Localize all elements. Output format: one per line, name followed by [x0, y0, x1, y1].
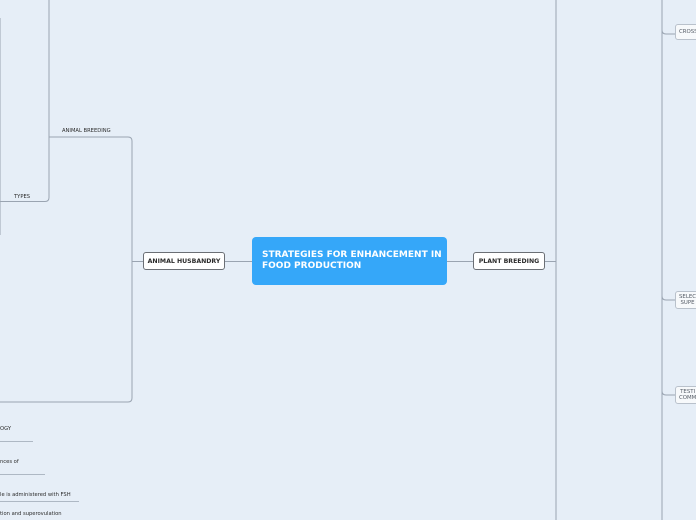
- nces-of-fragment[interactable]: nces of: [0, 459, 45, 475]
- superovulation-fragment[interactable]: tion and superovulation: [0, 511, 75, 520]
- testing-node[interactable]: TESTI COMM: [675, 386, 696, 404]
- cross-node[interactable]: CROSS: [675, 24, 696, 40]
- central-topic[interactable]: STRATEGIES FOR ENHANCEMENT IN FOOD PRODU…: [252, 237, 447, 285]
- animal-breeding-label[interactable]: ANIMAL BREEDING: [62, 126, 122, 135]
- types-label[interactable]: TYPES: [14, 192, 38, 201]
- animal-husbandry-node[interactable]: ANIMAL HUSBANDRY: [143, 252, 225, 270]
- selection-node[interactable]: SELEC SUPE: [675, 291, 696, 309]
- ogy-fragment[interactable]: OGY: [0, 426, 33, 442]
- plant-breeding-node[interactable]: PLANT BREEDING: [473, 252, 545, 270]
- fsh-fragment[interactable]: le is administered with FSH: [0, 492, 79, 502]
